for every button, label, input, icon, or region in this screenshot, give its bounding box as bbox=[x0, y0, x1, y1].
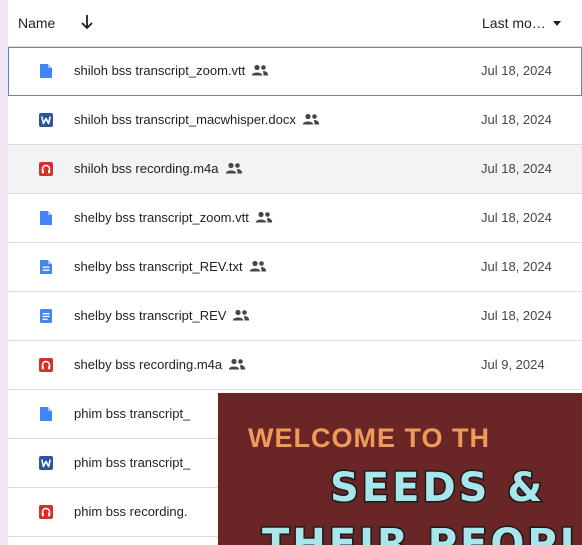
seeds-banner-image: WELCOME TO TH SEEDS & THEIR PEOPL bbox=[218, 393, 582, 545]
file-row[interactable]: shelby bss transcript_zoom.vtt Jul 18, 20… bbox=[8, 194, 582, 243]
file-name: shelby bss transcript_zoom.vtt bbox=[74, 210, 273, 225]
file-name: shelby bss transcript_REV bbox=[74, 308, 250, 323]
shared-people-icon bbox=[232, 309, 250, 321]
file-name: shiloh bss recording.m4a bbox=[74, 161, 243, 176]
file-modified-date: Jul 18, 2024 bbox=[481, 259, 552, 274]
file-name: shiloh bss transcript_zoom.vtt bbox=[74, 63, 269, 78]
file-list-header: Name Last mo… bbox=[8, 0, 582, 47]
file-row[interactable]: shelby bss recording.m4a Jul 9, 2024 bbox=[8, 341, 582, 390]
file-icon bbox=[38, 63, 54, 79]
file-name: phim bss recording. bbox=[74, 504, 188, 519]
shared-people-icon bbox=[228, 358, 246, 370]
audio-file-icon bbox=[38, 504, 54, 520]
file-row[interactable]: shelby bss transcript_REV Jul 18, 2024 bbox=[8, 292, 582, 341]
file-modified-date: Jul 18, 2024 bbox=[481, 161, 552, 176]
arrow-down-icon[interactable] bbox=[78, 12, 96, 32]
word-doc-icon bbox=[38, 455, 54, 471]
word-doc-icon bbox=[38, 112, 54, 128]
file-icon bbox=[38, 406, 54, 422]
audio-file-icon bbox=[38, 161, 54, 177]
file-modified-date: Jul 18, 2024 bbox=[481, 63, 552, 78]
file-row[interactable]: shiloh bss transcript_macwhisper.docx Jul… bbox=[8, 96, 582, 145]
file-row[interactable]: shiloh bss transcript_zoom.vtt Jul 18, 20… bbox=[8, 47, 582, 96]
file-modified-date: Jul 18, 2024 bbox=[481, 308, 552, 323]
shared-people-icon bbox=[249, 260, 267, 272]
shared-people-icon bbox=[251, 64, 269, 76]
shared-people-icon bbox=[302, 113, 320, 125]
file-row[interactable]: shelby bss transcript_REV.txt Jul 18, 202… bbox=[8, 243, 582, 292]
file-modified-date: Jul 18, 2024 bbox=[481, 112, 552, 127]
file-name: phim bss transcript_ bbox=[74, 455, 191, 470]
file-name: shiloh bss transcript_macwhisper.docx bbox=[74, 112, 320, 127]
file-modified-date: Jul 9, 2024 bbox=[481, 357, 545, 372]
name-column-header[interactable]: Name bbox=[18, 15, 55, 31]
google-doc-icon bbox=[38, 308, 54, 324]
banner-seeds-text: SEEDS & bbox=[328, 464, 546, 513]
file-name: shelby bss transcript_REV.txt bbox=[74, 259, 267, 274]
caret-down-icon[interactable] bbox=[553, 21, 561, 26]
file-name: phim bss transcript_ bbox=[74, 406, 191, 421]
audio-file-icon bbox=[38, 357, 54, 373]
shared-people-icon bbox=[255, 211, 273, 223]
file-row[interactable]: shiloh bss recording.m4a Jul 18, 2024 bbox=[8, 145, 582, 194]
shared-people-icon bbox=[225, 162, 243, 174]
file-name: shelby bss recording.m4a bbox=[74, 357, 246, 372]
file-icon bbox=[38, 210, 54, 226]
banner-people-text: THEIR PEOPL bbox=[260, 520, 582, 545]
file-modified-date: Jul 18, 2024 bbox=[481, 210, 552, 225]
banner-welcome-text: WELCOME TO TH bbox=[248, 423, 490, 453]
text-file-icon bbox=[38, 259, 54, 275]
last-modified-column-header[interactable]: Last mo… bbox=[482, 15, 546, 31]
